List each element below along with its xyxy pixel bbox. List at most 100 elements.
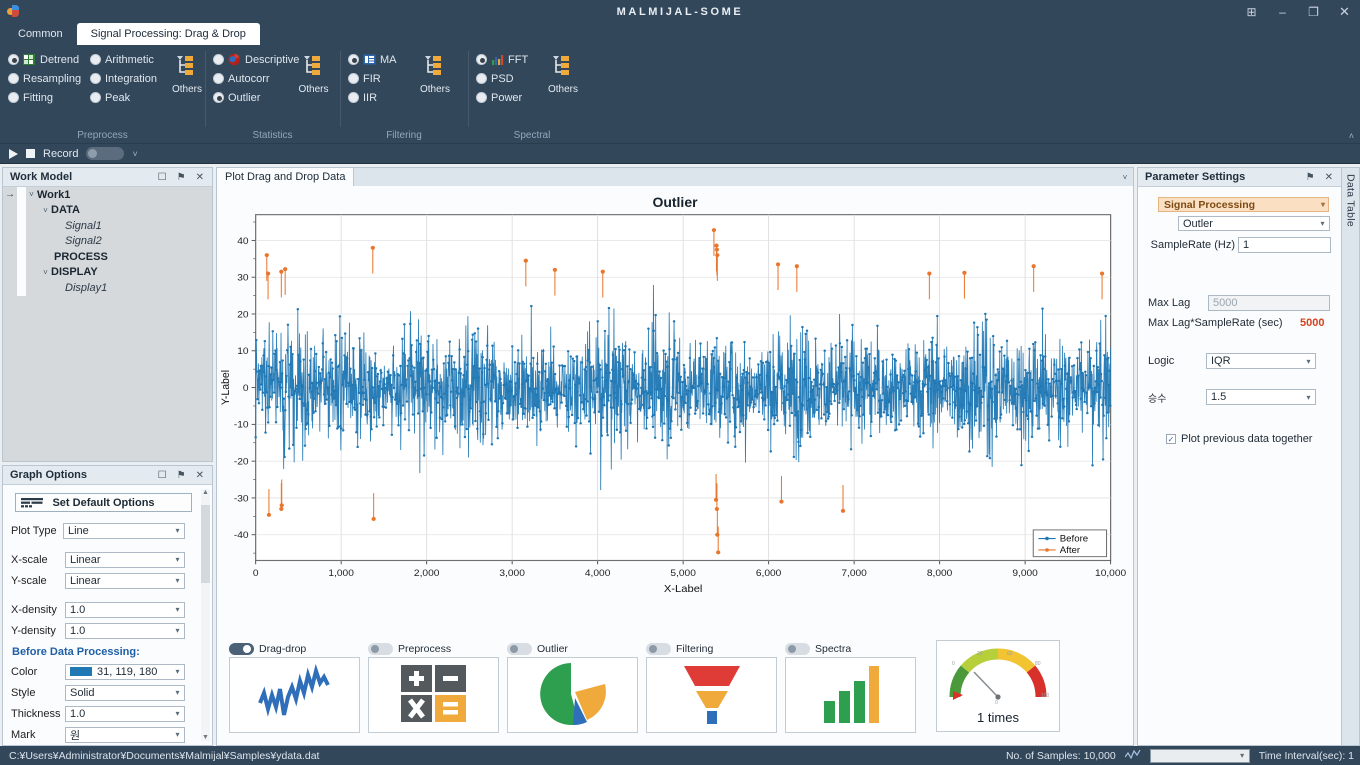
radio-integration[interactable]: Integration — [90, 71, 172, 86]
card-gauge[interactable]: 0 20 60 80 100 0 1 times — [936, 640, 1060, 732]
y-density-select[interactable]: 1.0 ▾ — [65, 623, 185, 639]
plot-previous-checkbox[interactable]: ✓ — [1166, 434, 1176, 444]
radio-ma[interactable]: MA — [348, 52, 410, 67]
pin-icon[interactable]: ⚑ — [1306, 172, 1315, 183]
dd-col-spectra: Spectra — [785, 640, 924, 733]
chevron-down-icon: ▾ — [1302, 393, 1315, 402]
record-toggle[interactable] — [86, 147, 124, 160]
row-multiplier: 승수 1.5 ▾ — [1148, 389, 1331, 405]
card-bar-chart[interactable] — [785, 657, 916, 733]
close-icon[interactable]: ✕ — [196, 470, 204, 481]
outlier-chart[interactable]: 01,0002,0003,0004,0005,0006,0007,0008,00… — [217, 186, 1133, 635]
list-icon — [21, 498, 43, 509]
radio-resampling[interactable]: Resampling — [8, 71, 90, 86]
play-icon[interactable] — [9, 149, 18, 159]
chevron-down-icon[interactable]: ˅ — [40, 268, 51, 277]
svg-text:-40: -40 — [234, 530, 249, 541]
toggle-row-drag-drop[interactable]: Drag-drop — [229, 640, 368, 657]
pin-icon[interactable]: ⚑ — [177, 172, 186, 183]
chevron-down-icon: ▾ — [1321, 200, 1325, 209]
tab-common[interactable]: Common — [4, 23, 77, 45]
y-scale-value: Linear — [70, 575, 101, 587]
max-lag-input[interactable]: 5000 — [1208, 295, 1330, 311]
float-icon[interactable]: ☐ — [158, 172, 167, 183]
data-table-tab[interactable]: Data Table — [1342, 167, 1360, 746]
preprocess-others-button[interactable]: Others — [172, 50, 202, 128]
signal-processing-category-select[interactable]: Signal Processing ▾ — [1158, 197, 1329, 212]
graph-options-header: Graph Options ☐ ⚑ ✕ — [3, 466, 212, 485]
card-pie-chart[interactable] — [507, 657, 638, 733]
scrollbar-thumb[interactable] — [201, 505, 210, 583]
toggle-row-preprocess[interactable]: Preprocess — [368, 640, 507, 657]
radio-fft[interactable]: FFT — [476, 52, 538, 67]
close-icon[interactable]: ✕ — [1329, 0, 1360, 23]
toggle-filtering[interactable] — [646, 643, 671, 655]
sample-rate-input[interactable]: 1 — [1238, 237, 1331, 253]
tree-item-data[interactable]: ˅ DATA — [3, 203, 212, 219]
chevron-down-icon[interactable]: ˅ — [40, 206, 51, 215]
chevron-down-icon: ▾ — [171, 730, 184, 739]
close-icon[interactable]: ✕ — [1325, 172, 1333, 183]
row-plot-previous[interactable]: ✓ Plot previous data together — [1148, 433, 1331, 445]
statistics-others-button[interactable]: Others — [295, 50, 332, 128]
radio-iir[interactable]: IIR — [348, 90, 410, 105]
maximize-icon[interactable]: ❐ — [1298, 0, 1329, 23]
status-select[interactable]: ▾ — [1150, 749, 1250, 763]
filtering-others-button[interactable]: Others — [410, 50, 460, 128]
close-icon[interactable]: ✕ — [196, 172, 204, 183]
toggle-outlier[interactable] — [507, 643, 532, 655]
multiplier-select[interactable]: 1.5 ▾ — [1206, 389, 1316, 405]
radio-peak[interactable]: Peak — [90, 90, 172, 105]
toggle-drag-drop[interactable] — [229, 643, 254, 655]
logic-select[interactable]: IQR ▾ — [1206, 353, 1316, 369]
toggle-row-filtering[interactable]: Filtering — [646, 640, 785, 657]
left-dock: Work Model ☐ ⚑ ✕ → ˅ Work1 — [0, 164, 213, 746]
document-tab-menu-icon[interactable]: ˅ — [1117, 168, 1133, 186]
toggle-row-outlier[interactable]: Outlier — [507, 640, 646, 657]
plot-type-select[interactable]: Line ▾ — [63, 523, 185, 539]
x-density-select[interactable]: 1.0 ▾ — [65, 602, 185, 618]
card-funnel[interactable] — [646, 657, 777, 733]
float-icon[interactable]: ☐ — [158, 470, 167, 481]
chevron-down-icon: ▾ — [1316, 219, 1329, 228]
ribbon-collapse-icon[interactable]: ˄ — [1349, 131, 1354, 141]
radio-fitting[interactable]: Fitting — [8, 90, 90, 105]
set-default-options-button[interactable]: Set Default Options — [15, 493, 192, 512]
stop-icon[interactable] — [26, 149, 35, 158]
toggle-row-spectra[interactable]: Spectra — [785, 640, 924, 657]
graph-options-scrollbar[interactable]: ▲ ▼ — [201, 489, 210, 741]
radio-detrend[interactable]: Detrend — [8, 52, 90, 67]
y-scale-select[interactable]: Linear ▾ — [65, 573, 185, 589]
radio-fir[interactable]: FIR — [348, 71, 410, 86]
toggle-preprocess[interactable] — [368, 643, 393, 655]
record-dropdown-icon[interactable]: ˅ — [132, 149, 137, 159]
radio-descriptive[interactable]: Descriptive — [213, 52, 295, 67]
radio-power[interactable]: Power — [476, 90, 538, 105]
radio-autocorr[interactable]: Autocorr — [213, 71, 295, 86]
tab-plot-drag-and-drop-data[interactable]: Plot Drag and Drop Data — [217, 168, 354, 186]
radio-psd[interactable]: PSD — [476, 71, 538, 86]
tree-item-display1[interactable]: Display1 — [3, 280, 212, 296]
method-select[interactable]: Outler ▾ — [1178, 216, 1330, 231]
tab-signal-processing[interactable]: Signal Processing: Drag & Drop — [77, 23, 260, 45]
tree-item-display[interactable]: ˅ DISPLAY — [3, 265, 212, 281]
toggle-spectra[interactable] — [785, 643, 810, 655]
tree-item-work1[interactable]: → ˅ Work1 — [3, 187, 212, 203]
card-calculator[interactable] — [368, 657, 499, 733]
x-scale-select[interactable]: Linear ▾ — [65, 552, 185, 568]
thickness-select[interactable]: 1.0 ▾ — [65, 706, 185, 722]
mark-select[interactable]: 원 ▾ — [65, 727, 185, 743]
minimize-icon[interactable]: – — [1267, 0, 1298, 23]
radio-arithmetic[interactable]: Arithmetic — [90, 52, 172, 67]
spectral-others-button[interactable]: Others — [538, 50, 588, 128]
color-select[interactable]: 31, 119, 180 ▾ — [65, 664, 185, 680]
tree-item-process[interactable]: PROCESS — [3, 249, 212, 265]
style-select[interactable]: Solid ▾ — [65, 685, 185, 701]
card-signal-line[interactable] — [229, 657, 360, 733]
tree-item-signal1[interactable]: Signal1 — [3, 218, 212, 234]
tree-item-signal2[interactable]: Signal2 — [3, 234, 212, 250]
pin-icon[interactable]: ⚑ — [177, 470, 186, 481]
radio-outlier[interactable]: Outlier — [213, 90, 295, 105]
restore-layout-icon[interactable]: ⊞ — [1236, 0, 1267, 23]
chevron-down-icon[interactable]: ˅ — [26, 190, 37, 199]
